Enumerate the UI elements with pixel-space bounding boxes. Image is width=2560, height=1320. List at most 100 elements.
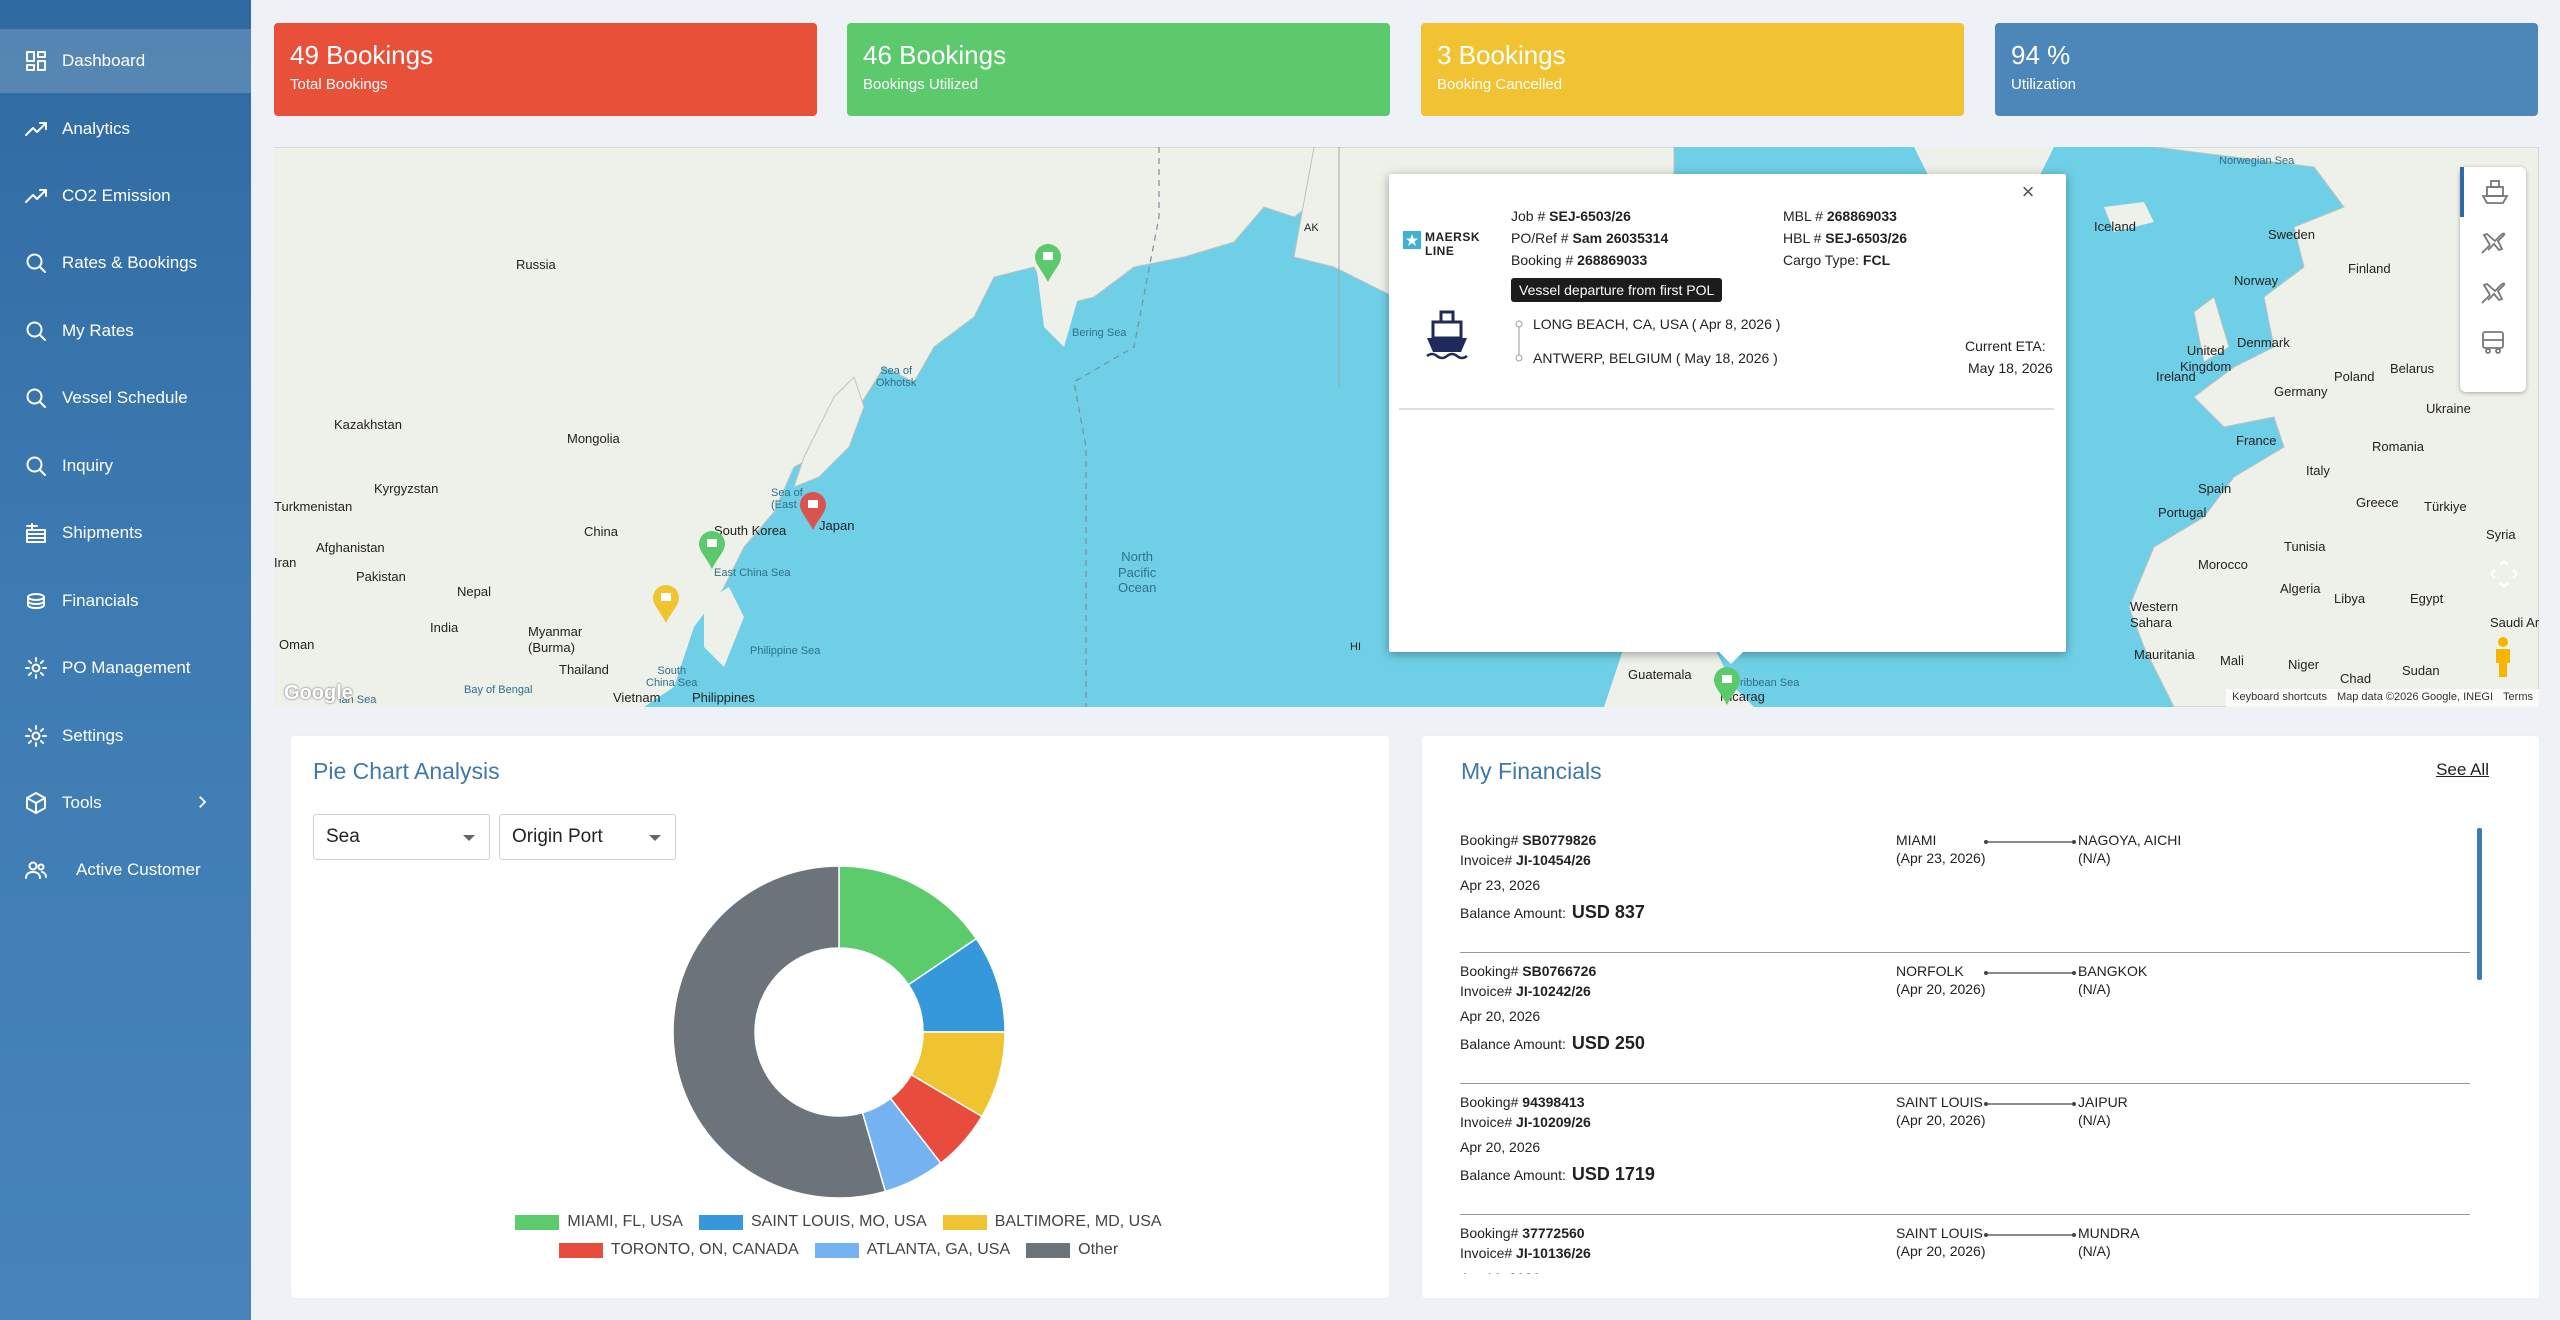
mode-select[interactable]: Sea bbox=[313, 814, 490, 860]
financial-item[interactable]: Booking# 94398413 Invoice# JI-10209/26 Apr… bbox=[1460, 1084, 2470, 1215]
map-label: Poland bbox=[2334, 369, 2375, 384]
legend-item[interactable]: SAINT LOUIS, MO, USA bbox=[698, 1213, 927, 1231]
map-label: Greece bbox=[2356, 495, 2399, 510]
port-select[interactable]: Origin Port bbox=[499, 814, 676, 860]
origin-date: (Apr 20, 2026) bbox=[1896, 1112, 1986, 1128]
map-label: Kyrgyzstan bbox=[374, 481, 439, 496]
green-ship-pin[interactable] bbox=[696, 529, 728, 571]
legend-item[interactable]: BALTIMORE, MD, USA bbox=[942, 1213, 1162, 1231]
map-label: Sudan bbox=[2402, 663, 2440, 678]
sidebar-item-shipments[interactable]: Shipments bbox=[0, 501, 251, 565]
financial-item[interactable]: Booking# SB0766726 Invoice# JI-10242/26 Ap… bbox=[1460, 953, 2470, 1084]
see-all-link[interactable]: See All bbox=[2436, 760, 2489, 780]
financial-item[interactable]: Booking# SB0779826 Invoice# JI-10454/26 Ap… bbox=[1460, 822, 2470, 953]
legend-swatch bbox=[1026, 1242, 1071, 1258]
map-label: Portugal bbox=[2158, 505, 2207, 520]
sidebar-item-label: Vessel Schedule bbox=[62, 388, 188, 407]
map-label: Romania bbox=[2372, 439, 2425, 454]
booking-number: Booking# SB0766726 bbox=[1460, 963, 1597, 979]
map-label: Nepal bbox=[457, 584, 491, 599]
ship-icon bbox=[2481, 180, 2509, 204]
map-label: Afghanistan bbox=[316, 540, 385, 555]
origin-city: NORFOLK bbox=[1896, 963, 1964, 979]
route-line bbox=[1515, 320, 1523, 362]
map-label: Türkiye bbox=[2424, 499, 2467, 514]
po-ref: PO/Ref # Sam 26035314 bbox=[1511, 230, 1669, 246]
map-label: Libya bbox=[2334, 591, 2366, 606]
invoice-number: Invoice# JI-10209/26 bbox=[1460, 1114, 1591, 1130]
mode-select-value: Sea bbox=[326, 826, 360, 847]
legend-label: TORONTO, ON, CANADA bbox=[610, 1241, 799, 1258]
map-label: Sweden bbox=[2268, 227, 2315, 242]
street-view-icon[interactable] bbox=[2488, 635, 2518, 679]
shipment-map[interactable]: Russia Kazakhstan Mongolia Kyrgyzstan Tu… bbox=[274, 147, 2539, 707]
air-mode-button[interactable] bbox=[2460, 217, 2526, 267]
search-icon bbox=[22, 317, 50, 345]
eta-label: Current ETA: bbox=[1965, 338, 2046, 354]
map-label: South China Sea bbox=[646, 665, 698, 689]
legend-item[interactable]: Other bbox=[1026, 1241, 1118, 1259]
legend-swatch bbox=[942, 1214, 987, 1230]
maersk-logo: MAERSK LINE bbox=[1403, 228, 1495, 258]
map-label: Finland bbox=[2348, 261, 2391, 276]
air-mode-button-2[interactable] bbox=[2460, 267, 2526, 317]
keyboard-shortcuts-link[interactable]: Keyboard shortcuts bbox=[2232, 691, 2327, 705]
sidebar-item-analytics[interactable]: Analytics bbox=[0, 97, 251, 161]
green-ship-pin[interactable] bbox=[1032, 242, 1064, 284]
cargo-type: Cargo Type: FCL bbox=[1783, 252, 1891, 268]
dashboard-icon bbox=[22, 47, 50, 75]
legend-item[interactable]: TORONTO, ON, CANADA bbox=[558, 1241, 799, 1259]
ship-icon bbox=[1426, 310, 1468, 360]
terms-link[interactable]: Terms bbox=[2503, 691, 2533, 705]
map-label: Thailand bbox=[559, 662, 609, 677]
fullscreen-button[interactable] bbox=[2487, 557, 2521, 591]
sidebar-item-po-management[interactable]: PO Management bbox=[0, 636, 251, 700]
legend-label: ATLANTA, GA, USA bbox=[866, 1241, 1011, 1258]
green-ship-pin[interactable] bbox=[1711, 665, 1743, 707]
map-label: Oman bbox=[279, 637, 315, 652]
map-label: Norway bbox=[2234, 273, 2279, 288]
legend-item[interactable]: ATLANTA, GA, USA bbox=[814, 1241, 1011, 1259]
trend-up-icon bbox=[22, 182, 50, 210]
destination-city: NAGOYA, AICHI bbox=[2078, 832, 2182, 848]
sidebar-item-vessel-schedule[interactable]: Vessel Schedule bbox=[0, 366, 251, 430]
sidebar-item-active-customer[interactable]: Active Customer bbox=[0, 838, 251, 902]
legend-swatch bbox=[698, 1214, 743, 1230]
coins-icon bbox=[22, 587, 50, 615]
sidebar-item-my-rates[interactable]: My Rates bbox=[0, 299, 251, 363]
financials-panel: My Financials See All Booking# SB0779826… bbox=[1422, 736, 2539, 1298]
sidebar-item-financials[interactable]: Financials bbox=[0, 569, 251, 633]
map-label: Mali bbox=[2220, 653, 2244, 668]
scrollbar[interactable] bbox=[2477, 828, 2482, 980]
map-label: Ukraine bbox=[2426, 401, 2471, 416]
close-icon[interactable]: × bbox=[2018, 181, 2038, 203]
search-icon bbox=[22, 384, 50, 412]
sidebar-item-label: CO2 Emission bbox=[62, 186, 171, 205]
users-icon bbox=[22, 856, 50, 884]
truck-mode-button[interactable] bbox=[2460, 317, 2526, 367]
origin-port: LONG BEACH, CA, USA ( Apr 8, 2026 ) bbox=[1533, 316, 1781, 332]
tooltip: Vessel departure from first POL bbox=[1511, 278, 1723, 302]
sidebar-item-co2-emission[interactable]: CO2 Emission bbox=[0, 164, 251, 228]
destination-city: MUNDRA bbox=[2078, 1225, 2140, 1241]
balance-amount: Balance Amount: USD 250 bbox=[1460, 1033, 1645, 1053]
sidebar-item-settings[interactable]: Settings bbox=[0, 704, 251, 768]
map-label: Philippine Sea bbox=[750, 645, 821, 657]
invoice-date: Apr 20, 2026 bbox=[1460, 1008, 1541, 1024]
financial-item[interactable]: Booking# 37772560 Invoice# JI-10136/26 Apr… bbox=[1460, 1215, 2470, 1274]
stat-value: 94 % bbox=[2011, 40, 2071, 70]
map-label: Guatemala bbox=[1628, 667, 1692, 682]
fullscreen-icon bbox=[2490, 560, 2518, 588]
sidebar-item-label: PO Management bbox=[62, 658, 191, 677]
sidebar-item-rates-bookings[interactable]: Rates & Bookings bbox=[0, 231, 251, 295]
map-label: AK bbox=[1304, 222, 1319, 234]
legend-item[interactable]: MIAMI, FL, USA bbox=[515, 1213, 683, 1231]
legend-swatch bbox=[558, 1242, 603, 1258]
sidebar-item-dashboard[interactable]: Dashboard bbox=[0, 29, 251, 93]
yellow-ship-pin[interactable] bbox=[650, 583, 682, 625]
sidebar-item-label: Financials bbox=[62, 591, 139, 610]
sidebar-item-tools[interactable]: Tools bbox=[0, 771, 251, 835]
ship-mode-button[interactable] bbox=[2460, 167, 2526, 217]
sidebar-item-inquiry[interactable]: Inquiry bbox=[0, 434, 251, 498]
red-ship-pin[interactable] bbox=[797, 490, 829, 532]
